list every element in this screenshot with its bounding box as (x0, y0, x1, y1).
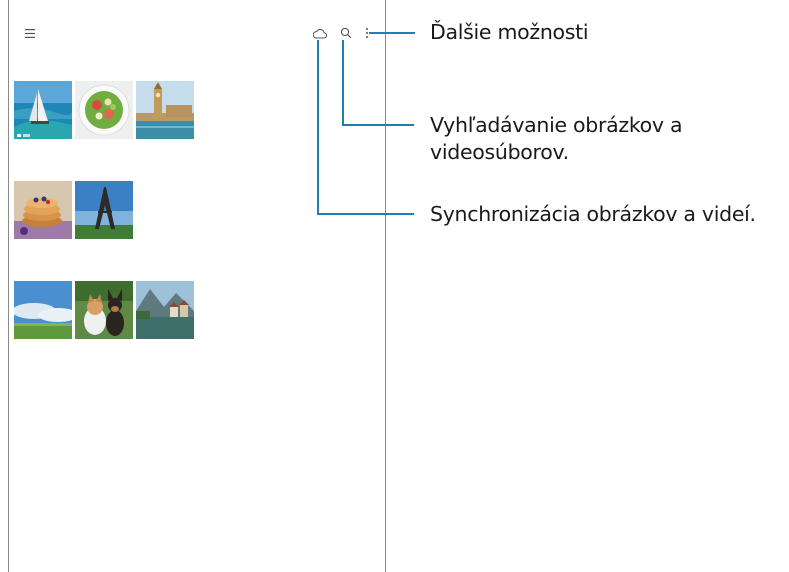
tablet-screen (8, 0, 386, 572)
callout-line-sync (317, 40, 319, 214)
callout-line-sync (317, 213, 414, 215)
callout-line-search (342, 40, 344, 125)
callout-search-line1: Vyhľadávanie obrázkov a (430, 113, 683, 137)
hamburger-menu-icon[interactable] (25, 29, 35, 38)
photo-thumbnail-pancakes[interactable] (14, 181, 72, 239)
photo-thumbnail-meadow[interactable] (14, 281, 72, 339)
cloud-icon[interactable] (313, 27, 327, 39)
callout-sync: Synchronizácia obrázkov a videí. (430, 202, 756, 226)
search-icon[interactable] (340, 27, 352, 39)
callout-search-line2: videosúborov. (430, 140, 569, 164)
callout-more-options: Ďalšie možnosti (430, 20, 589, 44)
photo-thumbnail-sailboat[interactable] (14, 81, 72, 139)
photo-thumbnail-cat-and-dog[interactable] (75, 281, 133, 339)
photo-thumbnail-eiffel-tower[interactable] (75, 181, 133, 239)
photo-thumbnail-lakeside-village[interactable] (136, 281, 194, 339)
callout-line-more-options (369, 32, 415, 34)
photo-thumbnail-salad[interactable] (75, 81, 133, 139)
photo-thumbnail-big-ben[interactable] (136, 81, 194, 139)
callout-line-search (342, 124, 414, 126)
